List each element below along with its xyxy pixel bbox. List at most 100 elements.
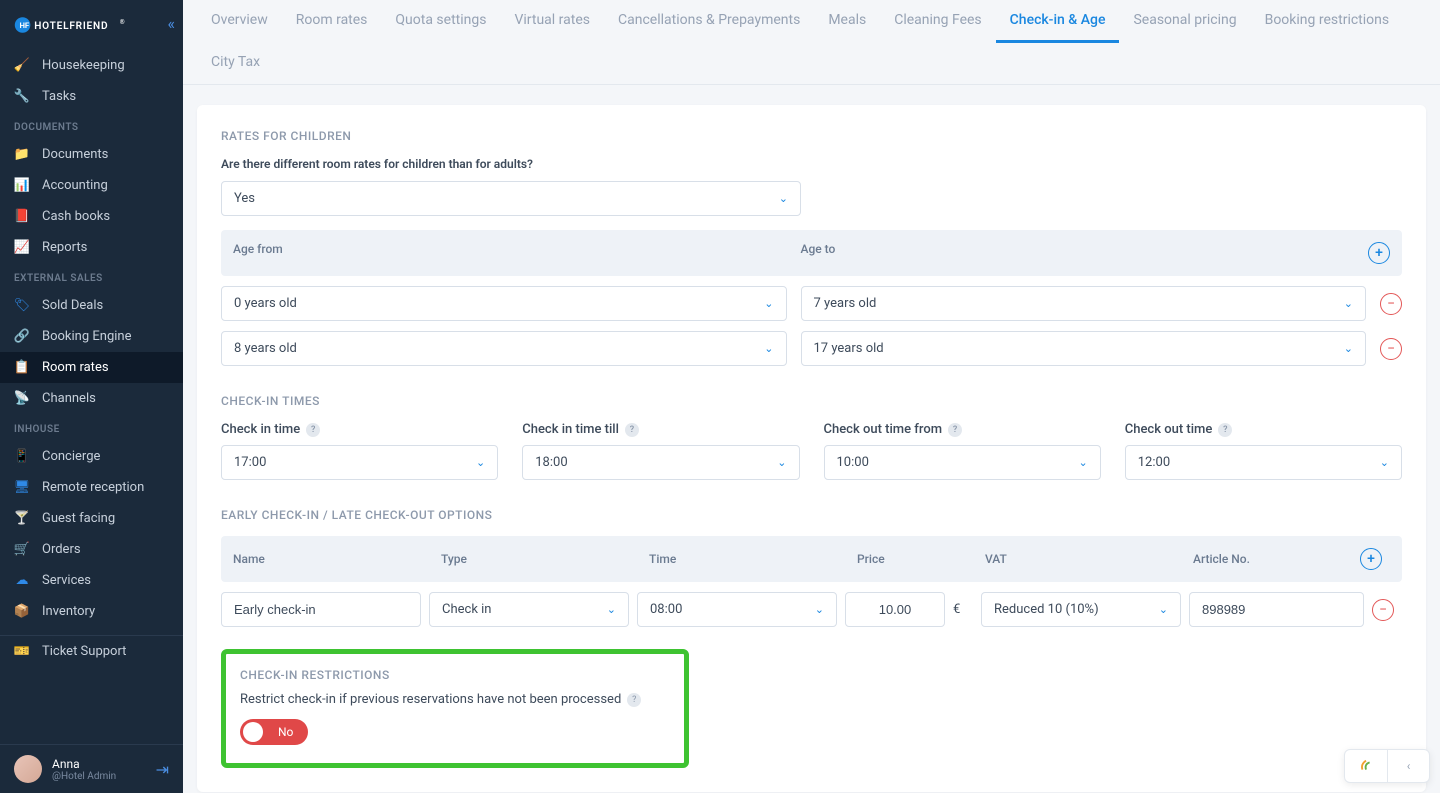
option-type-select[interactable]: Check in⌄ [429,592,629,627]
sidebar: HFHOTELFRIEND® « 🧹Housekeeping🔧Tasks DOC… [0,0,183,793]
sidebar-item-room-rates[interactable]: 📋Room rates [0,352,183,383]
sidebar-footer: Anna @Hotel Admin ⇥ [0,744,183,793]
option-row: Check in⌄ 08:00⌄ € Reduced 10 (10%)⌄ − [221,592,1402,627]
sidebar-item-label: Remote reception [42,480,144,495]
sidebar-item-label: Housekeeping [42,58,125,73]
section-inhouse: INHOUSE [0,414,183,441]
sidebar-nav: 🧹Housekeeping🔧Tasks DOCUMENTS 📁Documents… [0,50,183,744]
remove-age-row-button[interactable]: − [1380,293,1402,315]
sidebar-item-documents[interactable]: 📁Documents [0,139,183,170]
sidebar-item-accounting[interactable]: 📊 Accounting [0,170,183,201]
time-select[interactable]: 10:00⌄ [824,445,1101,480]
tab-overview[interactable]: Overview [197,0,282,43]
option-price-input[interactable] [845,592,945,627]
help-icon[interactable]: ? [306,423,320,437]
time-select[interactable]: 12:00⌄ [1125,445,1402,480]
widget-collapse-icon[interactable]: ‹ [1387,750,1429,782]
chevron-down-icon: ⌄ [777,456,786,469]
logout-icon[interactable]: ⇥ [156,760,169,779]
time-label: Check in time? [221,422,498,437]
sidebar-item-reports[interactable]: 📈Reports [0,232,183,263]
time-select[interactable]: 18:00⌄ [522,445,799,480]
age-to-select[interactable]: 17 years old⌄ [801,331,1367,366]
widget-leaf-icon[interactable] [1345,750,1387,782]
section-early-late: EARLY CHECK-IN / LATE CHECK-OUT OPTIONS [221,508,1402,522]
sidebar-item-housekeeping[interactable]: 🧹Housekeeping [0,50,183,81]
tab-check-in-age[interactable]: Check-in & Age [996,0,1120,43]
help-icon[interactable]: ? [948,423,962,437]
sidebar-item-booking-engine[interactable]: 🔗Booking Engine [0,321,183,352]
sidebar-item-label: Booking Engine [42,329,131,344]
age-from-select[interactable]: 8 years old⌄ [221,331,787,366]
sidebar-item-inventory[interactable]: 📦Inventory [0,596,183,627]
sidebar-item-cash-books[interactable]: 📕Cash books [0,201,183,232]
sidebar-item-tasks[interactable]: 🔧Tasks [0,81,183,112]
checkin-restrictions-box: CHECK-IN RESTRICTIONS Restrict check-in … [221,649,689,768]
sidebar-item-guest-facing[interactable]: 🍸Guest facing [0,503,183,534]
svg-text:HF: HF [19,21,29,30]
chevron-down-icon: ⌄ [1344,297,1353,310]
sidebar-item-remote-reception[interactable]: 🖥 Remote reception [0,472,183,503]
sidebar-item-ticket-support[interactable]: 🎫 Ticket Support [0,636,183,667]
floating-widget[interactable]: ‹ [1344,749,1430,783]
tasks-icon: 🔧 [14,89,30,104]
brand-logo[interactable]: HFHOTELFRIEND® « [0,0,183,50]
sidebar-item-label: Sold Deals [42,298,103,313]
help-icon[interactable]: ? [625,423,639,437]
sidebar-item-orders[interactable]: 🛒Orders [0,534,183,565]
sidebar-item-sold-deals[interactable]: 🏷 Sold Deals [0,290,183,321]
chevron-down-icon: ⌄ [1380,456,1389,469]
tab-city-tax[interactable]: City Tax [197,42,274,85]
chevron-down-icon: ⌄ [607,603,616,616]
sidebar-item-label: Guest facing [42,511,115,526]
tabs: OverviewRoom ratesQuota settingsVirtual … [183,0,1440,85]
restrict-label: Restrict check-in if previous reservatio… [240,692,670,707]
tab-cancellations-prepayments[interactable]: Cancellations & Prepayments [604,0,814,43]
option-article-input[interactable] [1189,592,1364,627]
time-label: Check out time? [1125,422,1402,437]
sidebar-item-concierge[interactable]: 📱Concierge [0,441,183,472]
tab-meals[interactable]: Meals [814,0,880,43]
settings-card: RATES FOR CHILDREN Are there different r… [197,105,1426,792]
tab-seasonal-pricing[interactable]: Seasonal pricing [1119,0,1250,43]
tab-virtual-rates[interactable]: Virtual rates [500,0,604,43]
tab-quota-settings[interactable]: Quota settings [381,0,500,43]
sidebar-item-label: Accounting [42,178,108,193]
add-age-row-button[interactable]: + [1368,242,1390,264]
restrict-toggle[interactable]: No [240,719,308,745]
accounting-icon: 📊 [14,178,30,193]
col-age-to: Age to [801,242,1369,264]
tab-booking-restrictions[interactable]: Booking restrictions [1251,0,1404,43]
time-select[interactable]: 17:00⌄ [221,445,498,480]
sidebar-item-services[interactable]: ☁Services [0,565,183,596]
age-from-select[interactable]: 0 years old⌄ [221,286,787,321]
col-age-from: Age from [233,242,801,264]
sidebar-item-channels[interactable]: 📡Channels [0,383,183,414]
time-label: Check out time from? [824,422,1101,437]
sidebar-item-label: Documents [42,147,108,162]
sidebar-item-label: Concierge [42,449,100,464]
age-to-select[interactable]: 7 years old⌄ [801,286,1367,321]
option-name-input[interactable] [221,592,421,627]
add-option-row-button[interactable]: + [1360,548,1382,570]
toggle-knob [243,722,263,742]
user-name: Anna [52,757,146,771]
collapse-sidebar-icon[interactable]: « [167,14,175,33]
children-rates-select[interactable]: Yes ⌄ [221,181,801,216]
tab-cleaning-fees[interactable]: Cleaning Fees [880,0,995,43]
sold-deals-icon: 🏷 [14,298,30,313]
avatar[interactable] [14,755,42,783]
chevron-down-icon: ⌄ [1079,456,1088,469]
remove-option-button[interactable]: − [1372,599,1394,621]
tab-room-rates[interactable]: Room rates [282,0,382,43]
section-documents: DOCUMENTS [0,112,183,139]
help-icon[interactable]: ? [1218,423,1232,437]
toggle-value: No [278,725,293,739]
option-time-select[interactable]: 08:00⌄ [637,592,837,627]
cash-books-icon: 📕 [14,209,30,224]
remove-age-row-button[interactable]: − [1380,338,1402,360]
help-icon[interactable]: ? [627,693,641,707]
sidebar-item-label: Services [42,573,91,588]
option-vat-select[interactable]: Reduced 10 (10%)⌄ [981,592,1181,627]
remote-reception-icon: 🖥 [14,480,30,495]
